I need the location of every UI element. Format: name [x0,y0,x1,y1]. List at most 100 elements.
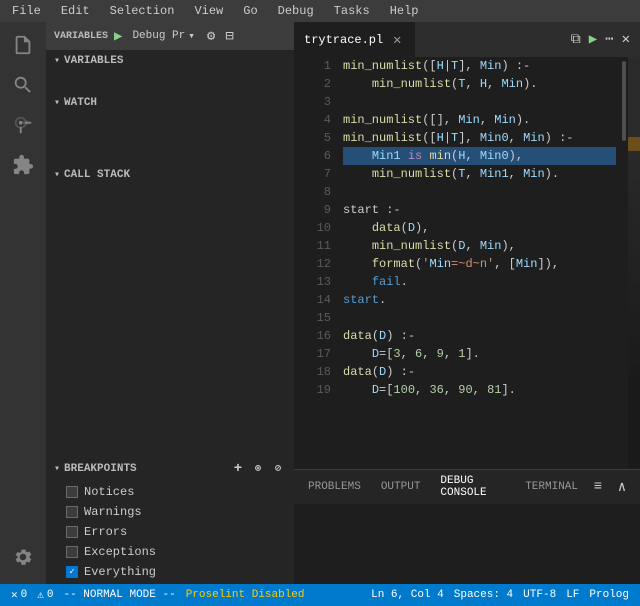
breakpoints-label: BREAKPOINTS [64,463,137,475]
breakpoint-label: Everything [84,565,156,579]
debug-gear-icon[interactable]: ⚙ [205,26,217,47]
code-line: min_numlist(T, H, Min). [343,75,616,93]
line-number: 9 [294,201,331,219]
panel-tab-output[interactable]: OUTPUT [371,470,431,505]
menu-selection[interactable]: Selection [106,2,179,20]
breakpoints-header-icons: + ⊚ ⊘ [230,461,286,477]
debug-run-icon[interactable]: ▶ [587,29,599,50]
editor-toolbar: ⧉ ▶ ⋯ ✕ [569,22,640,57]
status-language[interactable]: Prolog [586,589,632,601]
breakpoint-item[interactable]: Errors [46,522,294,542]
line-number: 15 [294,309,331,327]
main-layout: VARIABLES ▶ Debug Pr ▾ ⚙ ⊟ ▾ VARIABLES ▾… [0,22,640,584]
editor-close-panel-icon[interactable]: ✕ [620,29,632,50]
watch-section: ▾ WATCH [46,92,294,164]
debug-label: VARIABLES [54,31,108,42]
position-label: Ln 6, Col 4 [371,589,444,601]
activity-bar [0,22,46,584]
split-editor-icon[interactable]: ⧉ [569,30,583,50]
breakpoint-checkbox[interactable] [66,566,78,578]
panel-tab-problems[interactable]: PROBLEMS [298,470,371,505]
minimap [628,57,640,469]
panel-chevron-up-icon[interactable]: ∧ [612,477,632,497]
breakpoint-checkbox[interactable] [66,546,78,558]
debug-session-selector[interactable]: Debug Pr ▾ [128,27,198,45]
line-number: 13 [294,273,331,291]
panel-tab-terminal[interactable]: TERMINAL [515,470,588,505]
status-right: Ln 6, Col 4 Spaces: 4 UTF-8 LF Prolog [368,589,632,601]
debug-split-icon[interactable]: ⊟ [223,26,235,47]
line-number: 10 [294,219,331,237]
status-warnings[interactable]: ⚠ 0 [34,588,56,602]
breakpoints-header[interactable]: ▾ BREAKPOINTS + ⊚ ⊘ [46,458,294,480]
code-editor[interactable]: 12345678910111213141516171819 min_numlis… [294,57,640,469]
tab-bar: trytrace.pl ✕ ⧉ ▶ ⋯ ✕ [294,22,640,57]
activity-extensions-icon[interactable] [4,146,42,184]
error-count: 0 [21,589,28,601]
activity-files-icon[interactable] [4,26,42,64]
breakpoint-item[interactable]: Exceptions [46,542,294,562]
status-line-ending[interactable]: LF [563,589,582,601]
debug-play-icon[interactable]: ▶ [114,28,122,45]
code-line: D=[100, 36, 90, 81]. [343,381,616,399]
watch-collapse-icon: ▾ [54,97,60,109]
code-line: min_numlist(T, Min1, Min). [343,165,616,183]
activity-settings-icon[interactable] [4,538,42,576]
activity-git-icon[interactable] [4,106,42,144]
tab-trytrace[interactable]: trytrace.pl ✕ [294,22,415,57]
breakpoints-add-icon[interactable]: + [230,461,246,477]
line-number: 16 [294,327,331,345]
menu-file[interactable]: File [8,2,45,20]
status-bar: ✕ 0 ⚠ 0 -- NORMAL MODE -- Proselint Disa… [0,584,640,606]
breakpoint-item[interactable]: Everything [46,562,294,582]
breakpoints-remove-all-icon[interactable]: ⊘ [270,461,286,477]
tab-close-icon[interactable]: ✕ [389,32,405,48]
menu-debug[interactable]: Debug [274,2,318,20]
breakpoint-item[interactable]: Warnings [46,502,294,522]
status-encoding[interactable]: UTF-8 [520,589,559,601]
spaces-label: Spaces: 4 [454,589,513,601]
activity-search-icon[interactable] [4,66,42,104]
menu-go[interactable]: Go [239,2,261,20]
editor-area: trytrace.pl ✕ ⧉ ▶ ⋯ ✕ 123456789101112131… [294,22,640,584]
status-position[interactable]: Ln 6, Col 4 [368,589,447,601]
breakpoint-item[interactable]: Notices [46,482,294,502]
callstack-header[interactable]: ▾ CALL STACK [46,164,294,186]
sidebar: VARIABLES ▶ Debug Pr ▾ ⚙ ⊟ ▾ VARIABLES ▾… [46,22,294,584]
breakpoint-checkbox[interactable] [66,506,78,518]
callstack-content [46,186,294,326]
menu-edit[interactable]: Edit [57,2,94,20]
breakpoint-checkbox[interactable] [66,526,78,538]
status-left: ✕ 0 ⚠ 0 -- NORMAL MODE -- Proselint Disa… [8,588,308,602]
menubar: File Edit Selection View Go Debug Tasks … [0,0,640,22]
line-number: 8 [294,183,331,201]
menu-tasks[interactable]: Tasks [330,2,374,20]
menu-view[interactable]: View [190,2,227,20]
line-number: 1 [294,57,331,75]
breakpoint-checkbox[interactable] [66,486,78,498]
panel-icons: ≡ ∧ [588,477,636,497]
watch-header[interactable]: ▾ WATCH [46,92,294,114]
status-errors[interactable]: ✕ 0 [8,588,30,602]
code-content: min_numlist([H|T], Min) :- min_numlist(T… [339,57,616,469]
variables-header[interactable]: ▾ VARIABLES [46,50,294,72]
status-spaces[interactable]: Spaces: 4 [451,589,516,601]
menu-help[interactable]: Help [386,2,423,20]
mode-label: -- NORMAL MODE -- [63,589,175,601]
editor-more-icon[interactable]: ⋯ [603,29,615,50]
code-line: D=[3, 6, 9, 1]. [343,345,616,363]
variables-section: ▾ VARIABLES [46,50,294,92]
breakpoints-toggle-icon[interactable]: ⊚ [250,461,266,477]
tab-filename: trytrace.pl [304,33,383,47]
code-line: min_numlist([H|T], Min) :- [343,57,616,75]
debug-toolbar: VARIABLES ▶ Debug Pr ▾ ⚙ ⊟ [46,22,294,50]
panel-tab-debug-console[interactable]: DEBUG CONSOLE [430,470,515,505]
status-linter[interactable]: Proselint Disabled [183,589,308,601]
scroll-indicator[interactable] [616,57,628,469]
activity-bar-bottom [4,538,42,584]
code-line [343,309,616,327]
panel-filter-icon[interactable]: ≡ [588,477,608,497]
code-line: start. [343,291,616,309]
status-mode[interactable]: -- NORMAL MODE -- [60,589,178,601]
linter-label: Proselint Disabled [186,589,305,601]
